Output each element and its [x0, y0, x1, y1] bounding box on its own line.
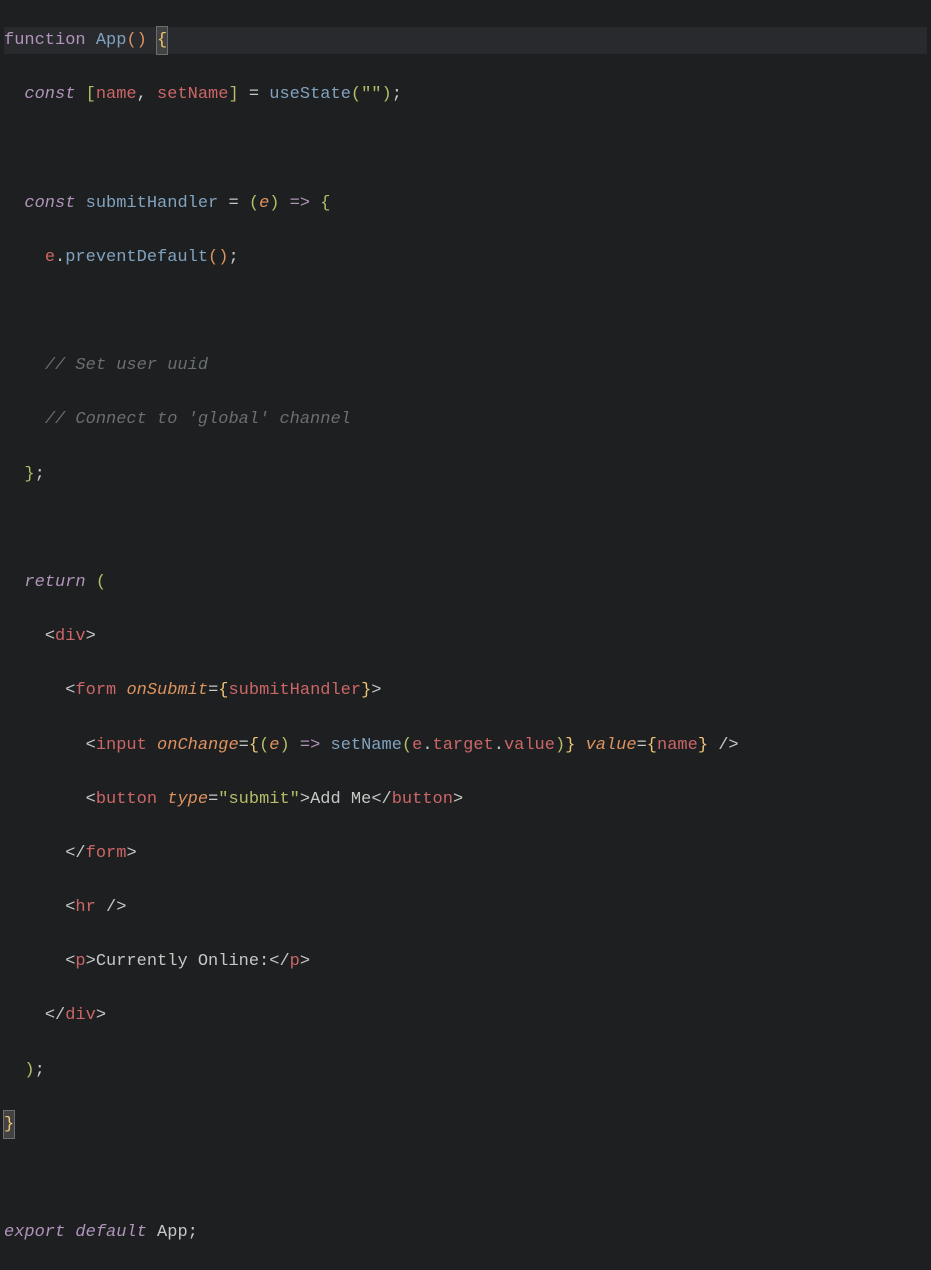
code-line: const submitHandler = (e) => {	[4, 190, 927, 217]
code-line: const [name, setName] = useState("");	[4, 81, 927, 108]
code-line: <p>Currently Online:</p>	[4, 948, 927, 975]
code-line: };	[4, 461, 927, 488]
code-line	[4, 1165, 927, 1192]
code-line	[4, 136, 927, 163]
code-line: // Set user uuid	[4, 352, 927, 379]
code-line: return (	[4, 569, 927, 596]
code-line: </form>	[4, 840, 927, 867]
code-line: <div>	[4, 623, 927, 650]
code-line: <button type="submit">Add Me</button>	[4, 786, 927, 813]
code-line: export default App;	[4, 1219, 927, 1246]
code-line: <input onChange={(e) => setName(e.target…	[4, 732, 927, 759]
code-line: );	[4, 1057, 927, 1084]
code-line: e.preventDefault();	[4, 244, 927, 271]
code-line: function App() {	[4, 27, 927, 54]
code-line	[4, 515, 927, 542]
code-line	[4, 298, 927, 325]
code-line: <hr />	[4, 894, 927, 921]
code-editor[interactable]: function App() { const [name, setName] =…	[0, 0, 931, 1270]
code-line: <form onSubmit={submitHandler}>	[4, 677, 927, 704]
code-line: }	[4, 1111, 927, 1138]
code-line: // Connect to 'global' channel	[4, 407, 927, 434]
code-line: </div>	[4, 1003, 927, 1030]
